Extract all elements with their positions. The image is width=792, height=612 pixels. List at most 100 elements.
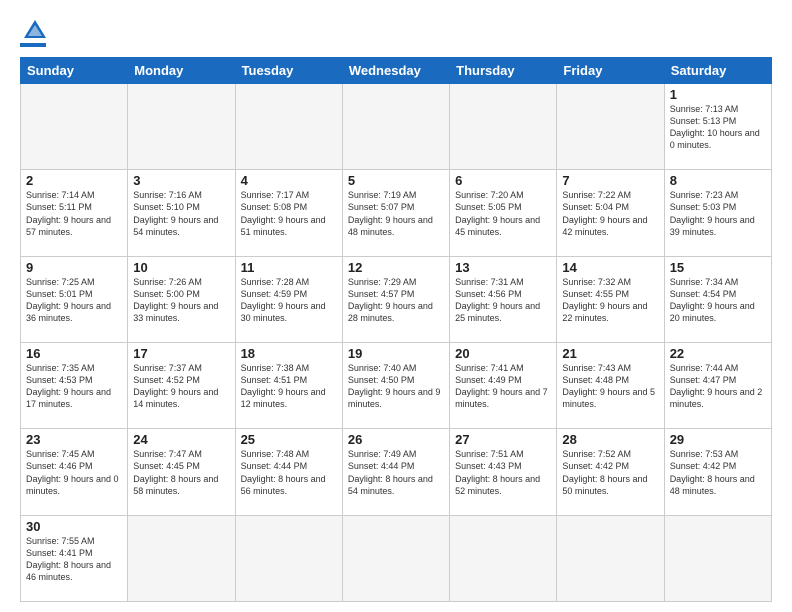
calendar-day-header: Wednesday xyxy=(342,58,449,84)
calendar-day-cell: 25Sunrise: 7:48 AM Sunset: 4:44 PM Dayli… xyxy=(235,429,342,515)
calendar-day-header: Sunday xyxy=(21,58,128,84)
calendar-day-cell: 24Sunrise: 7:47 AM Sunset: 4:45 PM Dayli… xyxy=(128,429,235,515)
day-number: 22 xyxy=(670,346,766,361)
calendar-day-cell xyxy=(664,515,771,601)
day-number: 6 xyxy=(455,173,551,188)
day-info: Sunrise: 7:14 AM Sunset: 5:11 PM Dayligh… xyxy=(26,189,122,238)
calendar-day-cell: 22Sunrise: 7:44 AM Sunset: 4:47 PM Dayli… xyxy=(664,342,771,428)
calendar-day-cell xyxy=(128,84,235,170)
day-number: 3 xyxy=(133,173,229,188)
calendar-day-cell xyxy=(342,84,449,170)
day-info: Sunrise: 7:20 AM Sunset: 5:05 PM Dayligh… xyxy=(455,189,551,238)
day-info: Sunrise: 7:17 AM Sunset: 5:08 PM Dayligh… xyxy=(241,189,337,238)
header xyxy=(20,18,772,47)
day-number: 18 xyxy=(241,346,337,361)
calendar-day-cell xyxy=(342,515,449,601)
calendar-day-cell: 20Sunrise: 7:41 AM Sunset: 4:49 PM Dayli… xyxy=(450,342,557,428)
day-number: 8 xyxy=(670,173,766,188)
calendar-day-cell: 23Sunrise: 7:45 AM Sunset: 4:46 PM Dayli… xyxy=(21,429,128,515)
calendar-day-cell: 14Sunrise: 7:32 AM Sunset: 4:55 PM Dayli… xyxy=(557,256,664,342)
day-info: Sunrise: 7:16 AM Sunset: 5:10 PM Dayligh… xyxy=(133,189,229,238)
day-info: Sunrise: 7:26 AM Sunset: 5:00 PM Dayligh… xyxy=(133,276,229,325)
calendar-day-cell: 6Sunrise: 7:20 AM Sunset: 5:05 PM Daylig… xyxy=(450,170,557,256)
day-number: 15 xyxy=(670,260,766,275)
calendar-day-cell: 18Sunrise: 7:38 AM Sunset: 4:51 PM Dayli… xyxy=(235,342,342,428)
calendar-day-cell: 30Sunrise: 7:55 AM Sunset: 4:41 PM Dayli… xyxy=(21,515,128,601)
calendar-day-cell: 13Sunrise: 7:31 AM Sunset: 4:56 PM Dayli… xyxy=(450,256,557,342)
day-number: 27 xyxy=(455,432,551,447)
day-info: Sunrise: 7:55 AM Sunset: 4:41 PM Dayligh… xyxy=(26,535,122,584)
day-number: 11 xyxy=(241,260,337,275)
day-info: Sunrise: 7:23 AM Sunset: 5:03 PM Dayligh… xyxy=(670,189,766,238)
day-info: Sunrise: 7:29 AM Sunset: 4:57 PM Dayligh… xyxy=(348,276,444,325)
day-info: Sunrise: 7:37 AM Sunset: 4:52 PM Dayligh… xyxy=(133,362,229,411)
calendar-day-cell: 28Sunrise: 7:52 AM Sunset: 4:42 PM Dayli… xyxy=(557,429,664,515)
day-info: Sunrise: 7:28 AM Sunset: 4:59 PM Dayligh… xyxy=(241,276,337,325)
day-info: Sunrise: 7:43 AM Sunset: 4:48 PM Dayligh… xyxy=(562,362,658,411)
calendar-day-header: Saturday xyxy=(664,58,771,84)
day-info: Sunrise: 7:22 AM Sunset: 5:04 PM Dayligh… xyxy=(562,189,658,238)
calendar-day-cell xyxy=(128,515,235,601)
day-number: 4 xyxy=(241,173,337,188)
calendar-day-cell: 15Sunrise: 7:34 AM Sunset: 4:54 PM Dayli… xyxy=(664,256,771,342)
calendar-day-cell xyxy=(557,515,664,601)
logo xyxy=(20,18,46,47)
calendar-week-row: 16Sunrise: 7:35 AM Sunset: 4:53 PM Dayli… xyxy=(21,342,772,428)
calendar-week-row: 23Sunrise: 7:45 AM Sunset: 4:46 PM Dayli… xyxy=(21,429,772,515)
day-number: 29 xyxy=(670,432,766,447)
day-info: Sunrise: 7:51 AM Sunset: 4:43 PM Dayligh… xyxy=(455,448,551,497)
calendar-day-header: Tuesday xyxy=(235,58,342,84)
day-info: Sunrise: 7:47 AM Sunset: 4:45 PM Dayligh… xyxy=(133,448,229,497)
day-info: Sunrise: 7:40 AM Sunset: 4:50 PM Dayligh… xyxy=(348,362,444,411)
day-info: Sunrise: 7:41 AM Sunset: 4:49 PM Dayligh… xyxy=(455,362,551,411)
day-info: Sunrise: 7:38 AM Sunset: 4:51 PM Dayligh… xyxy=(241,362,337,411)
day-number: 14 xyxy=(562,260,658,275)
calendar-table: SundayMondayTuesdayWednesdayThursdayFrid… xyxy=(20,57,772,602)
calendar-week-row: 1Sunrise: 7:13 AM Sunset: 5:13 PM Daylig… xyxy=(21,84,772,170)
day-number: 23 xyxy=(26,432,122,447)
day-info: Sunrise: 7:25 AM Sunset: 5:01 PM Dayligh… xyxy=(26,276,122,325)
day-number: 5 xyxy=(348,173,444,188)
calendar-week-row: 2Sunrise: 7:14 AM Sunset: 5:11 PM Daylig… xyxy=(21,170,772,256)
page: SundayMondayTuesdayWednesdayThursdayFrid… xyxy=(0,0,792,612)
calendar-day-cell xyxy=(235,84,342,170)
calendar-day-cell: 7Sunrise: 7:22 AM Sunset: 5:04 PM Daylig… xyxy=(557,170,664,256)
day-info: Sunrise: 7:13 AM Sunset: 5:13 PM Dayligh… xyxy=(670,103,766,152)
day-info: Sunrise: 7:49 AM Sunset: 4:44 PM Dayligh… xyxy=(348,448,444,497)
day-number: 17 xyxy=(133,346,229,361)
calendar-day-cell xyxy=(235,515,342,601)
calendar-day-cell xyxy=(557,84,664,170)
calendar-day-cell: 9Sunrise: 7:25 AM Sunset: 5:01 PM Daylig… xyxy=(21,256,128,342)
day-info: Sunrise: 7:52 AM Sunset: 4:42 PM Dayligh… xyxy=(562,448,658,497)
day-number: 26 xyxy=(348,432,444,447)
day-info: Sunrise: 7:34 AM Sunset: 4:54 PM Dayligh… xyxy=(670,276,766,325)
calendar-week-row: 9Sunrise: 7:25 AM Sunset: 5:01 PM Daylig… xyxy=(21,256,772,342)
calendar-day-cell: 10Sunrise: 7:26 AM Sunset: 5:00 PM Dayli… xyxy=(128,256,235,342)
day-number: 13 xyxy=(455,260,551,275)
day-number: 24 xyxy=(133,432,229,447)
calendar-day-cell: 5Sunrise: 7:19 AM Sunset: 5:07 PM Daylig… xyxy=(342,170,449,256)
day-info: Sunrise: 7:53 AM Sunset: 4:42 PM Dayligh… xyxy=(670,448,766,497)
calendar-day-cell: 12Sunrise: 7:29 AM Sunset: 4:57 PM Dayli… xyxy=(342,256,449,342)
calendar-day-cell: 19Sunrise: 7:40 AM Sunset: 4:50 PM Dayli… xyxy=(342,342,449,428)
day-number: 2 xyxy=(26,173,122,188)
calendar-day-cell: 4Sunrise: 7:17 AM Sunset: 5:08 PM Daylig… xyxy=(235,170,342,256)
calendar-day-cell: 29Sunrise: 7:53 AM Sunset: 4:42 PM Dayli… xyxy=(664,429,771,515)
day-number: 12 xyxy=(348,260,444,275)
day-info: Sunrise: 7:45 AM Sunset: 4:46 PM Dayligh… xyxy=(26,448,122,497)
day-number: 21 xyxy=(562,346,658,361)
calendar-day-cell: 3Sunrise: 7:16 AM Sunset: 5:10 PM Daylig… xyxy=(128,170,235,256)
calendar-header-row: SundayMondayTuesdayWednesdayThursdayFrid… xyxy=(21,58,772,84)
day-number: 20 xyxy=(455,346,551,361)
calendar-day-header: Thursday xyxy=(450,58,557,84)
logo-icon xyxy=(24,18,46,40)
day-number: 10 xyxy=(133,260,229,275)
calendar-day-cell: 16Sunrise: 7:35 AM Sunset: 4:53 PM Dayli… xyxy=(21,342,128,428)
calendar-day-header: Friday xyxy=(557,58,664,84)
day-info: Sunrise: 7:32 AM Sunset: 4:55 PM Dayligh… xyxy=(562,276,658,325)
calendar-day-cell: 21Sunrise: 7:43 AM Sunset: 4:48 PM Dayli… xyxy=(557,342,664,428)
day-number: 25 xyxy=(241,432,337,447)
day-info: Sunrise: 7:44 AM Sunset: 4:47 PM Dayligh… xyxy=(670,362,766,411)
day-number: 28 xyxy=(562,432,658,447)
day-info: Sunrise: 7:48 AM Sunset: 4:44 PM Dayligh… xyxy=(241,448,337,497)
